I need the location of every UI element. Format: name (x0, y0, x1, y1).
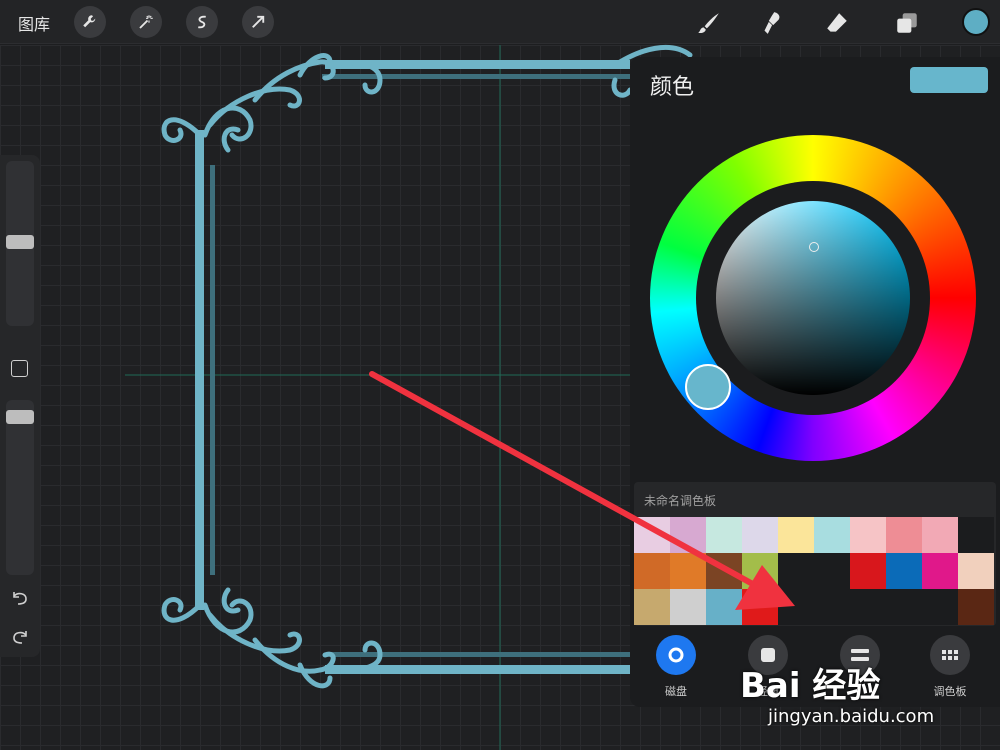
watermark-logo: Bai 经验 (740, 666, 881, 706)
annotation-arrow (369, 371, 795, 610)
baidu-watermark: Bai 经验 jingyan.baidu.com (740, 658, 990, 746)
watermark-url: jingyan.baidu.com (768, 706, 935, 727)
